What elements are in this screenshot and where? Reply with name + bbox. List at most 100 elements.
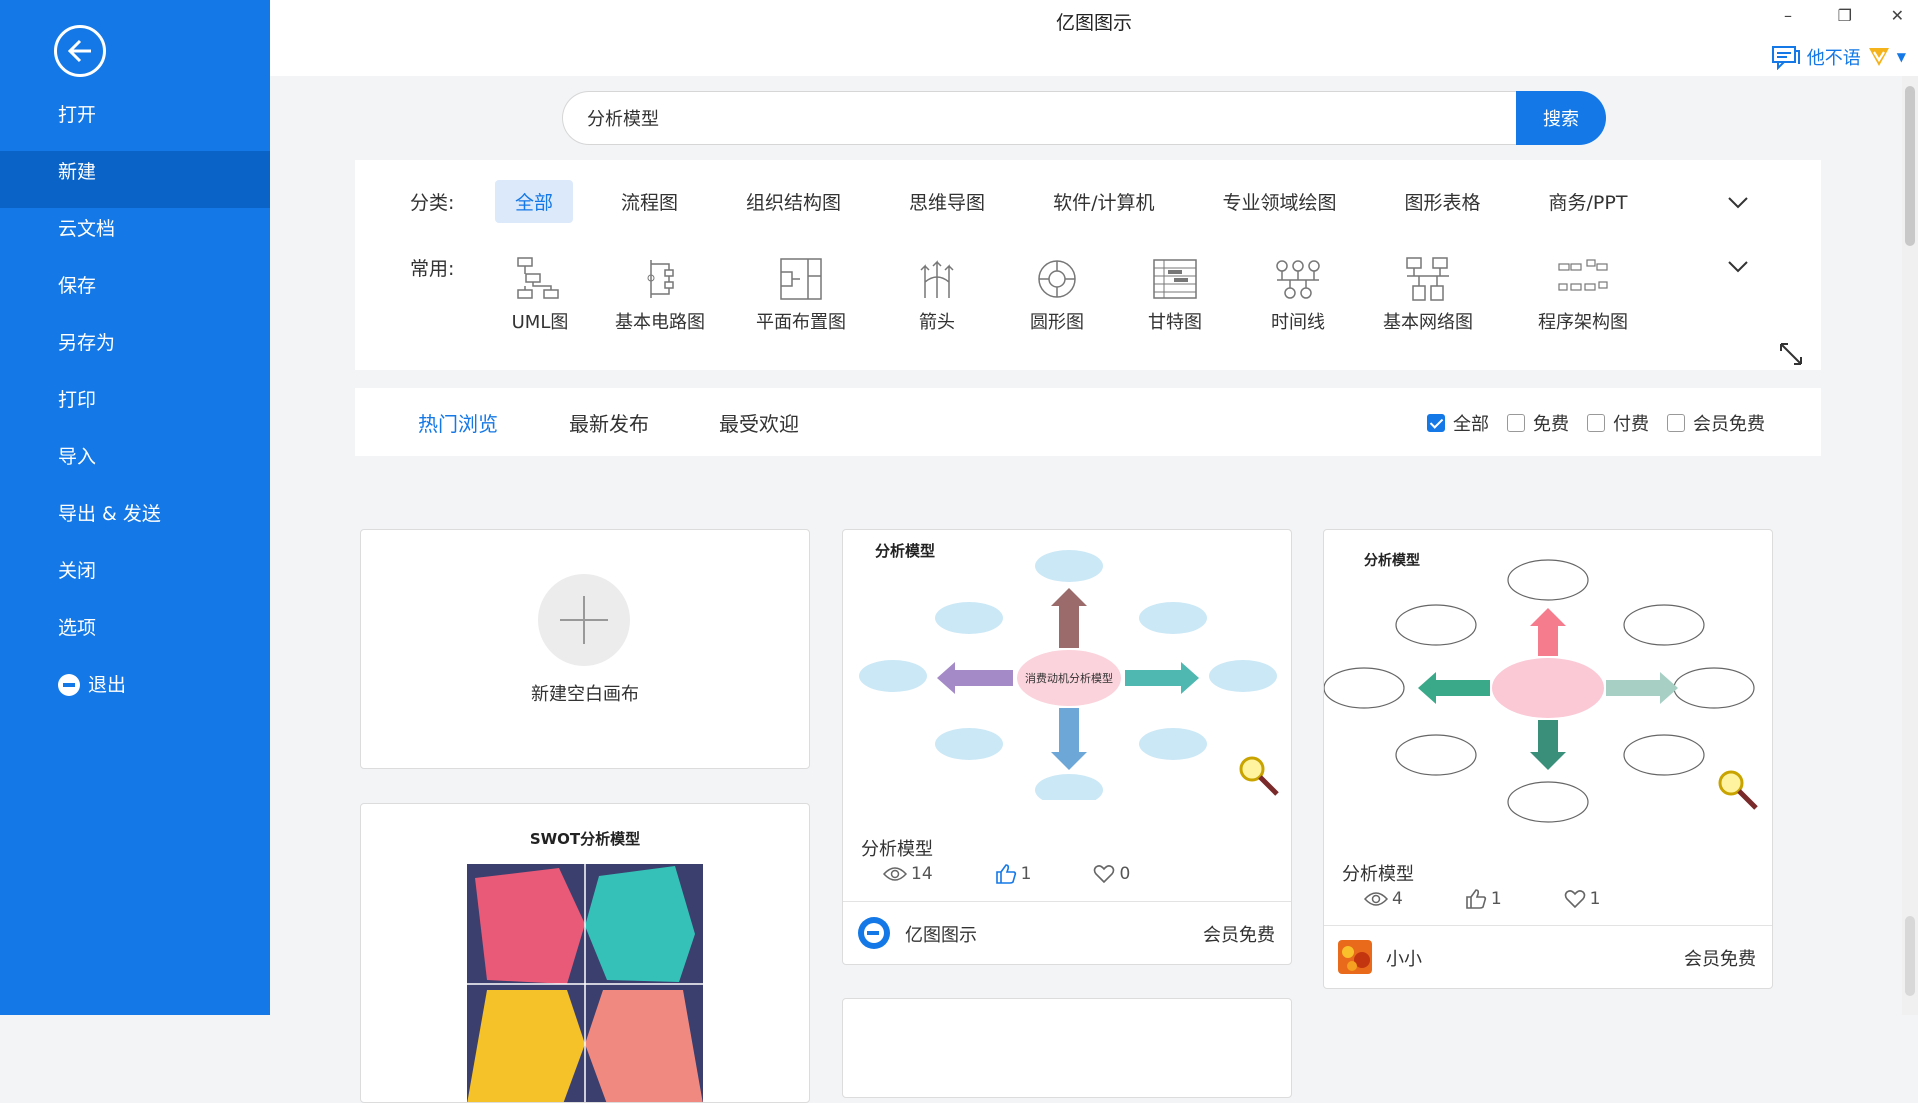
close-button[interactable]: ✕ [1891, 6, 1904, 25]
sidebar-item-exit[interactable]: 退出 [0, 664, 270, 721]
heart-icon[interactable] [1564, 889, 1586, 909]
common-item-uml[interactable]: UML图 [495, 256, 585, 334]
center-node-label: 消费动机分析模型 [1025, 671, 1113, 685]
search-button[interactable]: 搜索 [1516, 91, 1606, 145]
filter-paid[interactable]: 付费 [1587, 410, 1649, 436]
sidebar-item-close[interactable]: 关闭 [0, 550, 270, 607]
tab-hot[interactable]: 热门浏览 [418, 408, 498, 437]
restore-button[interactable]: ❐ [1838, 6, 1852, 25]
favorite-count: 0 [1119, 864, 1131, 884]
thumbs-up-icon[interactable] [995, 863, 1017, 885]
scroll-thumb[interactable] [1905, 86, 1915, 246]
sidebar-item-save[interactable]: 保存 [0, 265, 270, 322]
template-card[interactable]: 分析模型 分析模型 4 1 1 小小 会员免费 [1323, 529, 1773, 989]
search-input[interactable] [562, 91, 1522, 145]
network-icon [1406, 257, 1449, 301]
magnifier-icon[interactable] [1237, 754, 1281, 798]
template-card[interactable] [842, 998, 1292, 1098]
view-count: 4 [1392, 889, 1403, 909]
user-name: 他不语 [1806, 48, 1861, 69]
common-item-arrow[interactable]: 箭头 [867, 256, 1007, 334]
author-name[interactable]: 小小 [1386, 945, 1422, 971]
swot-thumbnail [467, 864, 703, 1102]
sidebar-item-print[interactable]: 打印 [0, 379, 270, 436]
template-card-swot[interactable]: SWOT分析模型 [360, 803, 810, 1103]
sidebar-item-import[interactable]: 导入 [0, 436, 270, 493]
common-item-architecture[interactable]: 程序架构图 [1503, 256, 1663, 334]
common-item-circuit[interactable]: 基本电路图 [585, 256, 735, 334]
main-content: 搜索 分类: 全部 流程图 组织结构图 思维导图 软件/计算机 专业领域绘图 图… [270, 76, 1902, 1103]
common-item-gantt[interactable]: 甘特图 [1107, 256, 1243, 334]
category-tab[interactable]: 商务/PPT [1529, 180, 1648, 223]
magnifier-icon[interactable] [1716, 768, 1760, 812]
scroll-thumb-secondary[interactable] [1905, 916, 1915, 996]
category-tab[interactable]: 图形表格 [1384, 180, 1500, 223]
thumb-title: SWOT分析模型 [529, 830, 641, 848]
search-bar: 搜索 [562, 91, 1612, 145]
filter-member-free[interactable]: 会员免费 [1667, 410, 1765, 436]
checkbox[interactable] [1587, 414, 1605, 432]
card-stats: 14 1 0 [883, 863, 1192, 885]
vip-badge-icon [1868, 48, 1889, 66]
tab-popular[interactable]: 最受欢迎 [719, 408, 799, 437]
common-item-network[interactable]: 基本网络图 [1353, 256, 1503, 334]
author-avatar [858, 917, 890, 949]
new-canvas-card[interactable]: 新建空白画布 [360, 529, 810, 769]
like-count: 1 [1490, 889, 1502, 909]
sort-panel: 热门浏览 最新发布 最受欢迎 全部 免费 付费 会员免费 [355, 388, 1821, 456]
user-area[interactable]: 他不语 ▼ [1771, 44, 1906, 70]
app-title: 亿图图示 [1055, 12, 1132, 34]
price-filters: 全部 免费 付费 会员免费 [1427, 410, 1765, 436]
sidebar-item-open[interactable]: 打开 [0, 94, 270, 151]
category-label: 分类: [410, 192, 455, 214]
sidebar-item-save-as[interactable]: 另存为 [0, 322, 270, 379]
back-arrow-icon[interactable] [54, 25, 106, 77]
category-tab[interactable]: 专业领域绘图 [1202, 180, 1356, 223]
sidebar: 打开 新建 云文档 保存 另存为 打印 导入 导出 & 发送 关闭 选项 退出 [0, 0, 270, 1015]
checkbox[interactable] [1427, 414, 1445, 432]
card-title: 分析模型 [1342, 864, 1414, 885]
chevron-down-icon[interactable] [1727, 260, 1749, 274]
tab-latest[interactable]: 最新发布 [569, 408, 649, 437]
mindmap-thumbnail: 消费动机分析模型 [859, 550, 1277, 806]
filter-panel: 分类: 全部 流程图 组织结构图 思维导图 软件/计算机 专业领域绘图 图形表格… [355, 160, 1821, 370]
message-icon [1771, 46, 1800, 70]
category-tabs: 全部 流程图 组织结构图 思维导图 软件/计算机 专业领域绘图 图形表格 商务/… [495, 180, 1675, 223]
sidebar-item-options[interactable]: 选项 [0, 607, 270, 664]
circle-diagram-icon [1038, 260, 1076, 298]
author-avatar [1338, 940, 1372, 974]
eye-icon [1364, 892, 1388, 906]
card-title: 分析模型 [861, 839, 933, 860]
checkbox[interactable] [1667, 414, 1685, 432]
chevron-down-icon[interactable] [1727, 196, 1749, 210]
checkbox[interactable] [1507, 414, 1525, 432]
card-stats: 4 1 1 [1364, 888, 1662, 910]
common-item-timeline[interactable]: 时间线 [1243, 256, 1353, 334]
sidebar-item-export[interactable]: 导出 & 发送 [0, 493, 270, 550]
author-name[interactable]: 亿图图示 [905, 921, 977, 947]
view-count: 14 [911, 864, 933, 884]
category-tab[interactable]: 全部 [495, 180, 574, 223]
like-count: 1 [1020, 864, 1032, 884]
common-list: UML图 基本电路图 平面布置图 箭头 圆形图 甘特图 时间线 基本网络图 程序… [495, 256, 1663, 334]
common-label: 常用: [410, 258, 455, 280]
filter-all[interactable]: 全部 [1427, 410, 1489, 436]
minimize-button[interactable]: – [1784, 6, 1792, 25]
scrollbar[interactable] [1902, 76, 1918, 1015]
category-tab[interactable]: 软件/计算机 [1033, 180, 1174, 223]
heart-icon[interactable] [1093, 864, 1115, 884]
price-badge: 会员免费 [1203, 925, 1275, 946]
category-tab[interactable]: 组织结构图 [726, 180, 861, 223]
category-tab[interactable]: 流程图 [601, 180, 698, 223]
sidebar-item-new[interactable]: 新建 [0, 151, 270, 208]
sidebar-item-cloud[interactable]: 云文档 [0, 208, 270, 265]
plus-icon [538, 574, 630, 666]
filter-free[interactable]: 免费 [1507, 410, 1569, 436]
template-card[interactable]: 分析模型 消费动机分析模型 分析模型 14 1 0 亿图图示 会员免费 [842, 529, 1292, 965]
expand-icon[interactable] [1779, 342, 1803, 366]
common-item-circle[interactable]: 圆形图 [1007, 256, 1107, 334]
card-footer: 亿图图示 会员免费 [843, 901, 1291, 964]
common-item-floor-plan[interactable]: 平面布置图 [735, 256, 867, 334]
thumbs-up-icon[interactable] [1465, 888, 1487, 910]
category-tab[interactable]: 思维导图 [889, 180, 1005, 223]
